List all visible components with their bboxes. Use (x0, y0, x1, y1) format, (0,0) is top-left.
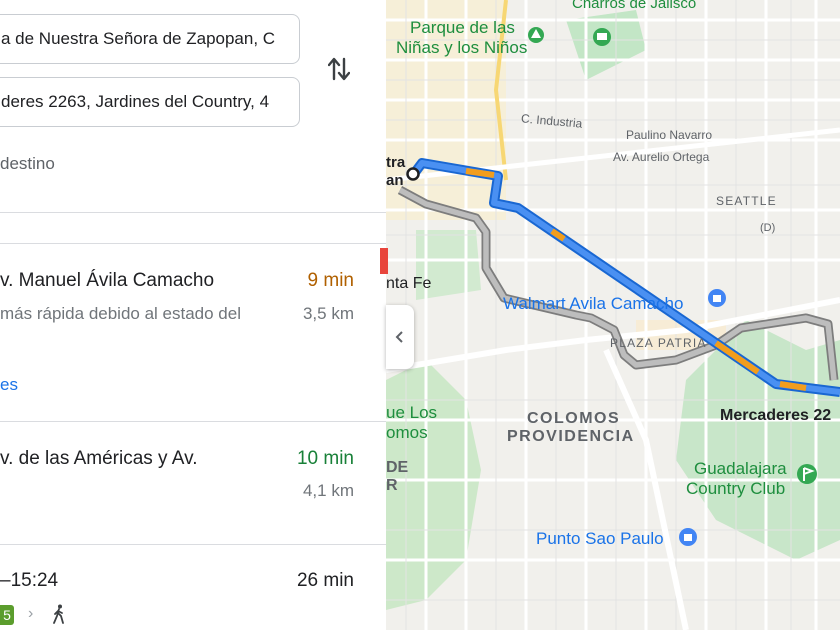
collapse-panel-button[interactable] (386, 305, 414, 369)
poi-label[interactable]: ue Los (386, 403, 437, 422)
place-label[interactable]: nta Fe (386, 275, 431, 293)
route-description: más rápida debido al estado del (0, 304, 241, 323)
chevron-left-icon (395, 331, 403, 343)
street-label: Paulino Navarro (626, 128, 713, 142)
origin-input[interactable] (0, 15, 299, 63)
poi-label[interactable]: Country Club (686, 479, 785, 498)
route-duration: 10 min (296, 448, 354, 469)
route-duration: 9 min (307, 270, 354, 291)
swap-directions-button[interactable] (322, 52, 356, 86)
route-title: v. de las Américas y Av. (0, 448, 198, 469)
park-icon (528, 27, 544, 43)
poi-label[interactable]: Walmart Avila Camacho (503, 294, 683, 314)
route-title: v. Manuel Ávila Camacho (0, 270, 215, 291)
area-label: PROVIDENCIA (507, 428, 635, 445)
golf-icon (797, 464, 817, 484)
traffic-segment (465, 168, 495, 178)
place-label[interactable]: an (386, 172, 404, 189)
poi-label[interactable]: Punto Sao Paulo (536, 529, 664, 549)
route-distance: 3,5 km (302, 304, 354, 323)
poi-label[interactable]: Guadalajara (694, 459, 787, 478)
area-label: R (386, 477, 398, 494)
route-duration: 26 min (296, 570, 354, 591)
directions-panel: destino v. Manuel Ávila Camacho 9 min má… (0, 0, 386, 630)
divider (0, 212, 386, 213)
destination-label[interactable]: Mercaderes 22 (720, 407, 831, 425)
walk-icon (53, 604, 64, 624)
route-time-range: –15:24 (0, 570, 59, 591)
shopping-icon (708, 289, 726, 307)
destination-input[interactable] (0, 78, 299, 126)
place-label[interactable]: tra (386, 154, 405, 171)
swap-icon (328, 57, 350, 81)
poi-label[interactable]: Niñas y los Niños (396, 38, 527, 57)
origin-field[interactable] (0, 14, 300, 64)
destination-field[interactable] (0, 77, 300, 127)
area-label: (D) (760, 222, 776, 234)
route-distance: 4,1 km (302, 481, 354, 500)
poi-label[interactable]: Charros de Jalisco (572, 0, 696, 12)
poi-label[interactable]: Parque de las (410, 18, 515, 37)
shopping-icon (679, 528, 697, 546)
area-label: SEATTLE (716, 194, 777, 208)
divider (0, 243, 386, 244)
poi-label[interactable]: omos (386, 423, 428, 442)
route-details-link[interactable]: es (0, 375, 18, 395)
traffic-segment (779, 381, 807, 391)
divider (0, 544, 386, 545)
stadium-icon (593, 28, 611, 46)
add-destination-button[interactable]: destino (0, 154, 55, 174)
transit-line-badge: 5 (0, 605, 14, 625)
origin-marker[interactable] (406, 167, 420, 181)
divider (0, 421, 386, 422)
chevron-right-icon: › (28, 605, 34, 622)
area-label: DE (386, 459, 409, 476)
red-marker (380, 248, 388, 274)
street-label: Av. Aurelio Ortega (613, 150, 710, 164)
area-label: COLOMOS (527, 410, 621, 427)
area-label: PLAZA PATRIA (610, 336, 707, 350)
map-view[interactable]: Charros de Jalisco Parque de las Niñas y… (386, 0, 840, 630)
